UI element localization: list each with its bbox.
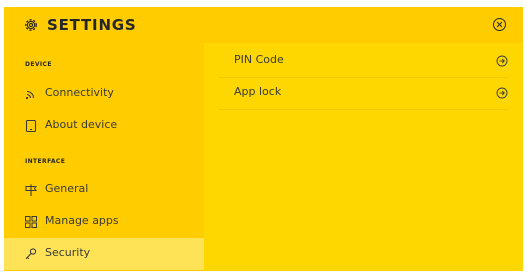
grid-icon [24,215,38,229]
sidebar-item-manage-apps[interactable]: Manage apps [4,206,204,238]
list-item-label: App lock [234,85,282,98]
sidebar-item-label: General [45,182,89,195]
page-title: SETTINGS [47,16,137,34]
sidebar-item-security[interactable]: Security [4,238,204,270]
sidebar-item-label: Manage apps [45,214,119,227]
list-item-pin-code[interactable]: PIN Code [218,45,508,78]
main-panel: PIN Code App lock [204,43,523,271]
section-label-device: DEVICE [25,61,52,68]
sidebar-item-connectivity[interactable]: Connectivity [4,78,204,110]
settings-window: SETTINGS DEVICE Connectivity About devic… [4,7,523,271]
wifi-icon [24,87,38,101]
sidebar-item-label: Security [45,246,91,259]
sidebar: DEVICE Connectivity About device INTERFA… [4,43,204,271]
key-icon [24,247,38,261]
arrow-right-circle-icon[interactable] [496,55,508,67]
sidebar-item-label: Connectivity [45,86,114,99]
arrow-right-circle-icon[interactable] [496,87,508,99]
list-item-app-lock[interactable]: App lock [218,77,508,110]
sidebar-item-label: About device [45,118,118,131]
gear-icon [23,17,39,33]
signpost-icon [24,183,38,197]
section-label-interface: INTERFACE [25,158,66,165]
sidebar-item-general[interactable]: General [4,174,204,206]
header-bar: SETTINGS [4,7,523,43]
sidebar-item-about-device[interactable]: About device [4,110,204,142]
list-item-label: PIN Code [234,53,284,66]
tablet-icon [24,119,38,133]
close-icon[interactable] [492,17,507,32]
